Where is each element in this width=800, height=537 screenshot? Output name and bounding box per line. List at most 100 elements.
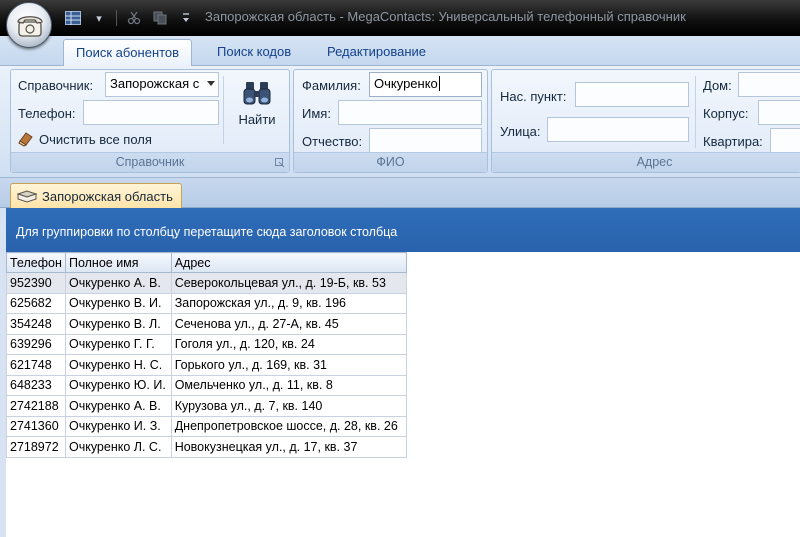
table-row[interactable]: 354248 Очкуренко В. Л. Сеченова ул., д. 27… [6, 313, 408, 335]
tab-code-search[interactable]: Поиск кодов [205, 39, 303, 66]
cell-address[interactable]: Днепропетровское шоссе, д. 28, кв. 26 [170, 415, 408, 437]
patronymic-input[interactable] [369, 128, 482, 153]
customize-toolbar-icon[interactable] [175, 8, 197, 28]
directory-select[interactable]: Запорожская с [105, 72, 219, 97]
table-row[interactable]: 2718972 Очкуренко Л. С. Новокузнецкая ул.,… [6, 436, 408, 458]
cell-phone[interactable]: 2718972 [6, 436, 66, 458]
results-table: Телефон Полное имя Адрес 952390 Очкуренко… [6, 252, 408, 458]
group-fio-caption: ФИО [294, 152, 487, 172]
surname-label: Фамилия: [302, 78, 361, 93]
group-fio: Фамилия: Очкуренко Имя: Отчество: ФИО [293, 69, 488, 173]
toolbar-separator [116, 10, 117, 26]
chevron-down-icon[interactable]: ▾ [88, 8, 110, 28]
group-address-caption-text: Адрес [636, 155, 673, 169]
name-label: Имя: [302, 106, 331, 121]
house-label: Дом: [703, 78, 732, 93]
quick-access-toolbar: ▾ [62, 7, 197, 29]
cell-phone[interactable]: 2741360 [6, 415, 66, 437]
name-input[interactable] [338, 100, 482, 125]
group-by-hint: Для группировки по столбцу перетащите сю… [16, 225, 398, 239]
cell-full-name[interactable]: Очкуренко В. Л. [64, 313, 172, 335]
cell-full-name[interactable]: Очкуренко Г. Г. [64, 333, 172, 355]
table-row[interactable]: 648233 Очкуренко Ю. И. Омельченко ул., д. … [6, 374, 408, 396]
table-body: 952390 Очкуренко А. В. Северокольцевая ул.… [6, 272, 408, 458]
ribbon-tab-bar: Поиск абонентов Поиск кодов Редактирован… [0, 36, 800, 67]
building-input[interactable] [758, 100, 800, 125]
find-button[interactable]: Найти [229, 80, 285, 127]
cell-phone[interactable]: 625682 [6, 292, 66, 314]
cell-full-name[interactable]: Очкуренко Ю. И. [64, 374, 172, 396]
cell-phone[interactable]: 952390 [6, 272, 66, 294]
column-header-address[interactable]: Адрес [170, 252, 408, 273]
table-row[interactable]: 2742188 Очкуренко А. В. Курузова ул., д. 7… [6, 395, 408, 417]
tab-editing[interactable]: Редактирование [315, 39, 438, 66]
cell-phone[interactable]: 2742188 [6, 395, 66, 417]
document-tab-label: Запорожская область [42, 189, 173, 204]
phone-input[interactable] [83, 100, 219, 125]
chevron-down-icon[interactable] [207, 81, 215, 86]
cell-full-name[interactable]: Очкуренко Н. С. [64, 354, 172, 376]
find-button-label: Найти [238, 112, 276, 127]
book-icon [17, 189, 37, 203]
directory-label: Справочник: [18, 78, 94, 93]
surname-input-value: Очкуренко [374, 76, 438, 91]
group-directory: Справочник: Запорожская с Телефон: Очист… [10, 69, 290, 173]
cell-address[interactable]: Горького ул., д. 169, кв. 31 [170, 354, 408, 376]
group-address-caption: Адрес [492, 152, 800, 172]
cell-address[interactable]: Омельченко ул., д. 11, кв. 8 [170, 374, 408, 396]
cell-full-name[interactable]: Очкуренко И. З. [64, 415, 172, 437]
cell-address[interactable]: Курузова ул., д. 7, кв. 140 [170, 395, 408, 417]
cell-phone[interactable]: 648233 [6, 374, 66, 396]
cell-phone[interactable]: 621748 [6, 354, 66, 376]
tab-subscriber-search[interactable]: Поиск абонентов [63, 39, 193, 67]
table-row[interactable]: 625682 Очкуренко В. И. Запорожская ул., д.… [6, 292, 408, 314]
clear-all-fields-label: Очистить все поля [39, 131, 152, 147]
table-row[interactable]: 952390 Очкуренко А. В. Северокольцевая ул.… [6, 272, 408, 294]
group-address: Нас. пункт: Улица: Дом: Корпус: Квартира… [491, 69, 800, 173]
cell-address[interactable]: Новокузнецкая ул., д. 17, кв. 37 [170, 436, 408, 458]
document-tab-zaporizhzhia[interactable]: Запорожская область [10, 183, 182, 209]
locality-label: Нас. пункт: [500, 89, 567, 104]
cell-phone[interactable]: 639296 [6, 333, 66, 355]
grid-view-icon[interactable] [62, 8, 84, 28]
cell-address[interactable]: Запорожская ул., д. 9, кв. 196 [170, 292, 408, 314]
cell-address[interactable]: Гоголя ул., д. 120, кв. 24 [170, 333, 408, 355]
surname-input[interactable]: Очкуренко [369, 72, 482, 97]
house-input[interactable] [738, 72, 800, 97]
clear-all-fields-button[interactable]: Очистить все поля [17, 131, 152, 147]
binoculars-icon [243, 82, 271, 105]
phone-label: Телефон: [18, 106, 76, 121]
cell-full-name[interactable]: Очкуренко В. И. [64, 292, 172, 314]
ribbon-panel: Справочник: Запорожская с Телефон: Очист… [0, 66, 800, 178]
dialog-launcher-icon[interactable] [275, 158, 285, 168]
cut-icon[interactable] [123, 8, 145, 28]
document-tab-strip: Запорожская область [0, 178, 800, 209]
eraser-icon [18, 132, 33, 147]
cell-full-name[interactable]: Очкуренко Л. С. [64, 436, 172, 458]
text-caret [438, 76, 440, 91]
cell-full-name[interactable]: Очкуренко А. В. [64, 395, 172, 417]
table-row[interactable]: 639296 Очкуренко Г. Г. Гоголя ул., д. 120,… [6, 333, 408, 355]
group-by-panel[interactable]: Для группировки по столбцу перетащите сю… [6, 208, 800, 252]
cell-phone[interactable]: 354248 [6, 313, 66, 335]
patronymic-label: Отчество: [302, 134, 363, 149]
column-header-phone[interactable]: Телефон [6, 252, 66, 273]
cell-address[interactable]: Сеченова ул., д. 27-А, кв. 45 [170, 313, 408, 335]
street-input[interactable] [547, 117, 689, 142]
cell-full-name[interactable]: Очкуренко А. В. [64, 272, 172, 294]
directory-select-value: Запорожская с [110, 76, 200, 91]
table-row[interactable]: 621748 Очкуренко Н. С. Горького ул., д. 16… [6, 354, 408, 376]
cell-address[interactable]: Северокольцевая ул., д. 19-Б, кв. 53 [170, 272, 408, 294]
results-grid: Телефон Полное имя Адрес 952390 Очкуренко… [6, 252, 408, 458]
apartment-input[interactable] [770, 128, 800, 153]
apartment-label: Квартира: [703, 134, 763, 149]
phone-icon [17, 16, 43, 37]
group-divider [223, 76, 224, 144]
table-row[interactable]: 2741360 Очкуренко И. З. Днепропетровское ш… [6, 415, 408, 437]
table-header-row: Телефон Полное имя Адрес [6, 252, 408, 273]
window-title: Запорожская область - MegaContacts: Унив… [205, 9, 686, 24]
locality-input[interactable] [575, 82, 689, 107]
column-header-full-name[interactable]: Полное имя [64, 252, 172, 273]
app-menu-button[interactable] [6, 2, 52, 48]
copy-icon[interactable] [149, 8, 171, 28]
